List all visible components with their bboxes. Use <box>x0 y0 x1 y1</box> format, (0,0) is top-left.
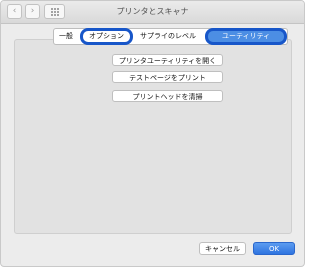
tab-options[interactable]: オプション <box>80 28 133 45</box>
title-bar: ‹ › プリンタとスキャナ <box>1 1 304 24</box>
tab-utility[interactable]: ユーティリティ <box>205 28 288 45</box>
utility-panel: プリンタユーティリティを開く テストページをプリント プリントヘッドを清掃 <box>14 39 292 234</box>
tab-supply-levels[interactable]: サプライのレベル <box>135 29 201 44</box>
print-test-page-button[interactable]: テストページをプリント <box>112 71 223 83</box>
tab-general[interactable]: 一般 <box>54 29 78 44</box>
tab-bar: 一般 オプション サプライのレベル ユーティリティ <box>53 28 289 45</box>
printer-options-window: ‹ › プリンタとスキャナ プリンタユーティリティを開く テストページをプリント… <box>0 0 305 267</box>
window-title: プリンタとスキャナ <box>116 7 189 16</box>
cancel-button[interactable]: キャンセル <box>199 242 246 255</box>
clean-print-heads-button[interactable]: プリントヘッドを清掃 <box>112 90 223 102</box>
open-printer-utility-button[interactable]: プリンタユーティリティを開く <box>112 54 223 66</box>
ok-button[interactable]: OK <box>253 242 295 255</box>
